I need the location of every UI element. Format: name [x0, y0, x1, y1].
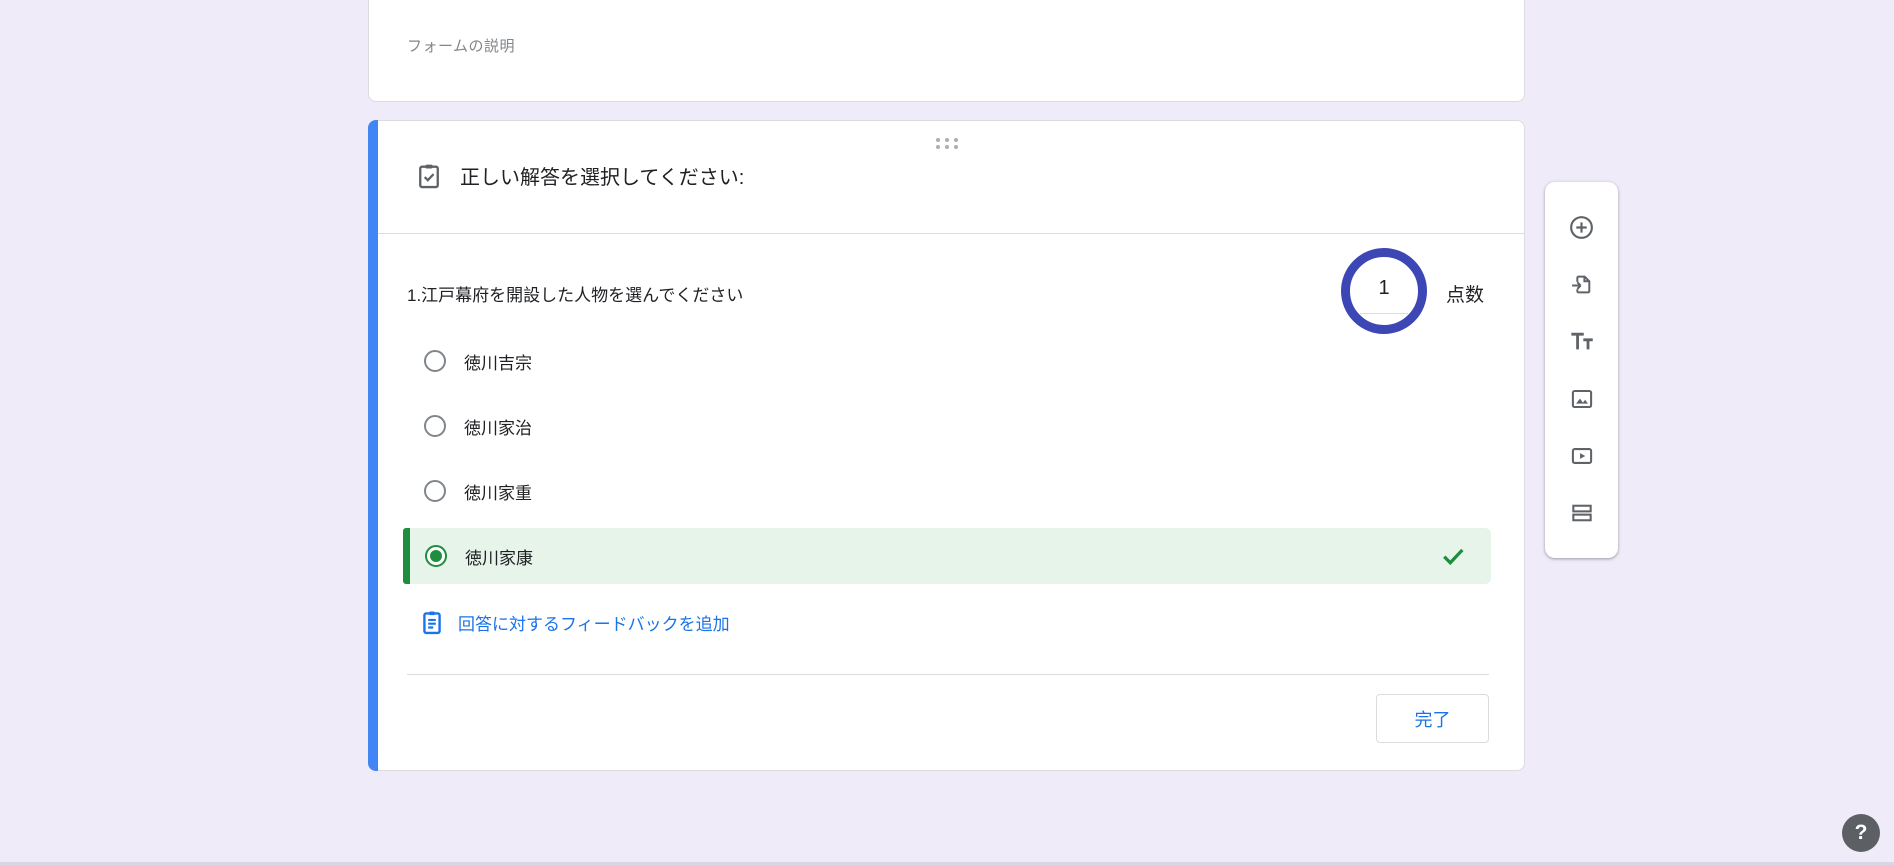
correct-checkmark-icon: [1439, 542, 1467, 570]
correct-answer-row[interactable]: 徳川家康: [403, 528, 1491, 584]
points-input-underline: [1360, 313, 1408, 314]
radio-button[interactable]: [424, 480, 446, 502]
points-value: 1: [1378, 277, 1389, 300]
add-video-button[interactable]: [1562, 436, 1602, 476]
side-toolbar: [1545, 182, 1618, 558]
add-question-button[interactable]: [1562, 207, 1602, 247]
divider: [378, 233, 1524, 234]
option-label[interactable]: 徳川家治: [464, 414, 532, 439]
question-card: 正しい解答を選択してください: 1.江戸幕府を開設した人物を選んでください 1 …: [368, 120, 1525, 771]
add-title-description-button[interactable]: [1562, 321, 1602, 361]
points-label: 点数: [1446, 280, 1484, 307]
image-icon: [1569, 386, 1595, 412]
import-document-icon: [1569, 272, 1594, 297]
question-text[interactable]: 1.江戸幕府を開設した人物を選んでください: [407, 281, 743, 306]
add-section-button[interactable]: [1562, 493, 1602, 533]
option-row: 徳川家治: [424, 412, 532, 440]
video-icon: [1569, 443, 1595, 469]
answer-key-title: 正しい解答を選択してください:: [460, 161, 744, 190]
text-Tt-icon: [1568, 328, 1595, 355]
divider: [407, 674, 1489, 675]
add-image-button[interactable]: [1562, 379, 1602, 419]
done-button[interactable]: 完了: [1376, 694, 1489, 743]
add-feedback-label[interactable]: 回答に対するフィードバックを追加: [458, 610, 730, 635]
form-description-input[interactable]: フォームの説明: [407, 35, 515, 56]
form-description-card: フォームの説明: [368, 0, 1525, 102]
option-label[interactable]: 徳川家康: [465, 544, 533, 569]
radio-button-selected[interactable]: [425, 545, 447, 567]
plus-circle-icon: [1568, 214, 1595, 241]
option-row: 徳川家重: [424, 477, 532, 505]
answer-key-header: 正しい解答を選択してください:: [415, 161, 744, 190]
option-label[interactable]: 徳川吉宗: [464, 349, 532, 374]
option-label[interactable]: 徳川家重: [464, 479, 532, 504]
feedback-clipboard-icon: [419, 608, 445, 637]
clipboard-check-icon: [415, 162, 443, 190]
add-feedback-link[interactable]: 回答に対するフィードバックを追加: [419, 606, 730, 638]
selected-question-accent-bar: [368, 120, 378, 771]
help-button[interactable]: ?: [1842, 814, 1880, 852]
radio-button[interactable]: [424, 415, 446, 437]
radio-button[interactable]: [424, 350, 446, 372]
drag-handle[interactable]: [936, 138, 958, 149]
import-questions-button[interactable]: [1562, 264, 1602, 304]
option-row: 徳川吉宗: [424, 347, 532, 375]
section-split-icon: [1569, 500, 1595, 526]
points-input[interactable]: 1: [1341, 248, 1427, 334]
